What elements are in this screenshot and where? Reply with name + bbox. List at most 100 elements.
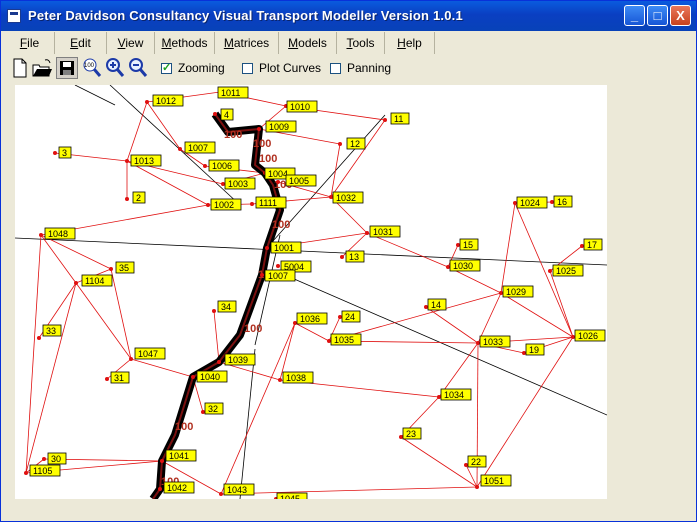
node-1034[interactable]: 1034 [437, 388, 472, 401]
node-label-text: 1025 [556, 266, 576, 276]
node-11[interactable]: 11 [383, 112, 410, 125]
title-bar[interactable]: Peter Davidson Consultancy Visual Transp… [1, 1, 696, 31]
node-dot [74, 281, 78, 285]
node-32[interactable]: 32 [201, 402, 224, 415]
node-1012[interactable]: 1012 [145, 94, 184, 107]
app-icon [7, 9, 21, 23]
menu-file[interactable]: File [5, 32, 55, 54]
new-file-icon[interactable] [9, 57, 31, 79]
node-1045[interactable]: 1045 [274, 492, 308, 499]
menu-edit[interactable]: Edit [55, 32, 107, 54]
menu-models[interactable]: Models [279, 32, 337, 54]
plot-curves-checkbox[interactable]: Plot Curves [242, 61, 321, 77]
node-1011[interactable]: 1011 [217, 86, 249, 99]
open-folder-icon[interactable] [31, 57, 53, 79]
node-dot [201, 410, 205, 414]
node-dot [191, 375, 195, 379]
node-1030[interactable]: 1030 [446, 259, 481, 272]
node-label-text: 19 [529, 345, 539, 355]
network-map-canvas[interactable]: 100100100100100100100100100100 101110124… [15, 85, 607, 499]
node-1043[interactable]: 1043 [219, 483, 255, 496]
zoom-100-icon[interactable]: 100 [81, 57, 103, 79]
save-disk-icon[interactable] [56, 57, 78, 79]
network-nodes[interactable]: 1011101241010111009123101310071006100410… [24, 86, 606, 499]
node-label-text: 34 [221, 302, 231, 312]
zooming-checkbox[interactable]: Zooming [161, 61, 225, 77]
node-1104[interactable]: 1104 [74, 274, 113, 287]
node-19[interactable]: 19 [522, 343, 545, 356]
node-dot [550, 200, 554, 204]
node-2[interactable]: 2 [125, 191, 146, 204]
menu-methods[interactable]: Methods [155, 32, 215, 54]
flow-value-label: 100 [272, 219, 290, 231]
node-1010[interactable]: 1010 [284, 100, 318, 113]
node-1003[interactable]: 1003 [221, 177, 256, 190]
node-1032[interactable]: 1032 [329, 191, 364, 204]
node-dot [383, 118, 387, 122]
node-dot [522, 351, 526, 355]
node-12[interactable]: 12 [338, 137, 366, 150]
node-1002[interactable]: 1002 [206, 198, 242, 211]
node-1013[interactable]: 1013 [125, 154, 162, 167]
node-label-text: 1013 [134, 156, 154, 166]
panning-checkbox[interactable]: Panning [330, 61, 391, 77]
node-30[interactable]: 30 [42, 452, 67, 465]
node-dot [338, 142, 342, 146]
node-34[interactable]: 34 [212, 300, 237, 313]
flow-value-label: 100 [259, 153, 277, 165]
network-map[interactable]: 100100100100100100100100100100 101110124… [15, 85, 607, 499]
menu-tools[interactable]: Tools [337, 32, 385, 54]
node-17[interactable]: 17 [580, 238, 603, 251]
node-1047[interactable]: 1047 [129, 347, 166, 361]
node-1029[interactable]: 1029 [499, 285, 534, 298]
node-label-text: 1048 [48, 229, 68, 239]
node-1031[interactable]: 1031 [365, 225, 401, 238]
plot-curves-check-box[interactable] [242, 63, 253, 74]
zooming-check-box[interactable] [161, 61, 172, 74]
node-label-text: 1036 [300, 314, 320, 324]
node-label-text: 16 [557, 197, 567, 207]
node-1111[interactable]: 1111 [250, 196, 287, 209]
node-dot [203, 164, 207, 168]
node-16[interactable]: 16 [550, 195, 573, 208]
node-dot [145, 100, 149, 104]
node-35[interactable]: 35 [109, 261, 135, 274]
zoom-out-icon[interactable] [127, 57, 149, 79]
node-label-text: 1034 [444, 390, 464, 400]
node-label-text: 1006 [212, 161, 232, 171]
node-dot [42, 457, 46, 461]
menu-view[interactable]: View [107, 32, 155, 54]
node-1006[interactable]: 1006 [203, 159, 240, 172]
close-button[interactable]: X [670, 5, 691, 26]
node-15[interactable]: 15 [456, 238, 479, 251]
menu-help[interactable]: Help [385, 32, 435, 54]
node-1048[interactable]: 1048 [39, 227, 76, 240]
minimize-button[interactable]: _ [624, 5, 645, 26]
node-1036[interactable]: 1036 [293, 312, 328, 325]
node-1007b[interactable]: 1007 [260, 269, 296, 282]
node-14[interactable]: 14 [424, 298, 447, 311]
node-1024[interactable]: 1024 [513, 196, 548, 209]
node-dot [340, 255, 344, 259]
node-24[interactable]: 24 [338, 310, 361, 323]
node-label-text: 35 [119, 263, 129, 273]
node-1026[interactable]: 1026 [571, 329, 606, 342]
node-label-text: 12 [350, 139, 360, 149]
node-23[interactable]: 23 [399, 427, 422, 440]
node-dot [53, 151, 57, 155]
node-1025[interactable]: 1025 [548, 264, 584, 277]
node-1035[interactable]: 1035 [327, 333, 362, 346]
node-22[interactable]: 22 [464, 455, 487, 468]
menu-matrices[interactable]: Matrices [215, 32, 279, 54]
node-label-text: 1043 [227, 485, 247, 495]
panning-check-box[interactable] [330, 63, 341, 74]
node-1038[interactable]: 1038 [278, 371, 314, 384]
flow-value-label: 100 [253, 138, 271, 150]
node-label-text: 1041 [169, 451, 189, 461]
maximize-button[interactable]: □ [647, 5, 668, 26]
node-3[interactable]: 3 [53, 146, 72, 159]
node-label-text: 33 [46, 326, 56, 336]
node-33[interactable]: 33 [37, 324, 62, 340]
zoom-in-icon[interactable] [104, 57, 126, 79]
node-1033[interactable]: 1033 [476, 335, 511, 348]
